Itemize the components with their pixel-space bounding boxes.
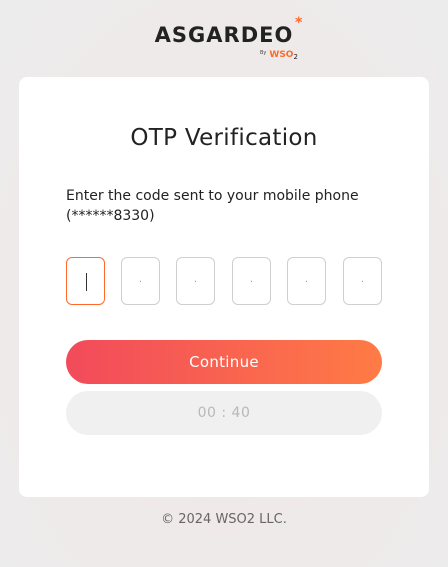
otp-digit-placeholder: . [304, 274, 309, 285]
otp-digit-6[interactable]: . [343, 257, 382, 305]
otp-digit-4[interactable]: . [232, 257, 271, 305]
asgardeo-logo: ASGARDEO * [0, 16, 448, 48]
logo-star-icon: * [295, 15, 304, 31]
logo-text: ASGARDEO [154, 23, 294, 47]
footer-copyright: © 2024 WSO2 LLC. [161, 512, 287, 527]
text-caret [86, 273, 87, 291]
resend-timer: 00 : 40 [66, 391, 382, 435]
logo-by-label: By [260, 50, 267, 56]
otp-digit-5[interactable]: . [287, 257, 326, 305]
otp-digit-placeholder: . [360, 274, 365, 285]
otp-digit-2[interactable]: . [121, 257, 160, 305]
wso2-suffix: 2 [293, 53, 298, 61]
otp-instructions: Enter the code sent to your mobile phone… [66, 188, 359, 224]
logo-wordmark: ASGARDEO * [154, 16, 303, 48]
otp-digit-3[interactable]: . [176, 257, 215, 305]
otp-input-group: . . . . . [66, 257, 382, 305]
otp-card: OTP Verification Enter the code sent to … [19, 77, 429, 497]
otp-digit-placeholder: . [138, 274, 143, 285]
otp-digit-placeholder: . [193, 274, 198, 285]
continue-button[interactable]: Continue [66, 340, 382, 384]
wso2-brand-mark: By WSO2 [260, 50, 298, 61]
page-title: OTP Verification [130, 125, 318, 151]
otp-digit-placeholder: . [249, 274, 254, 285]
otp-digit-1[interactable] [66, 257, 105, 305]
wso2-text: WSO [269, 50, 294, 60]
